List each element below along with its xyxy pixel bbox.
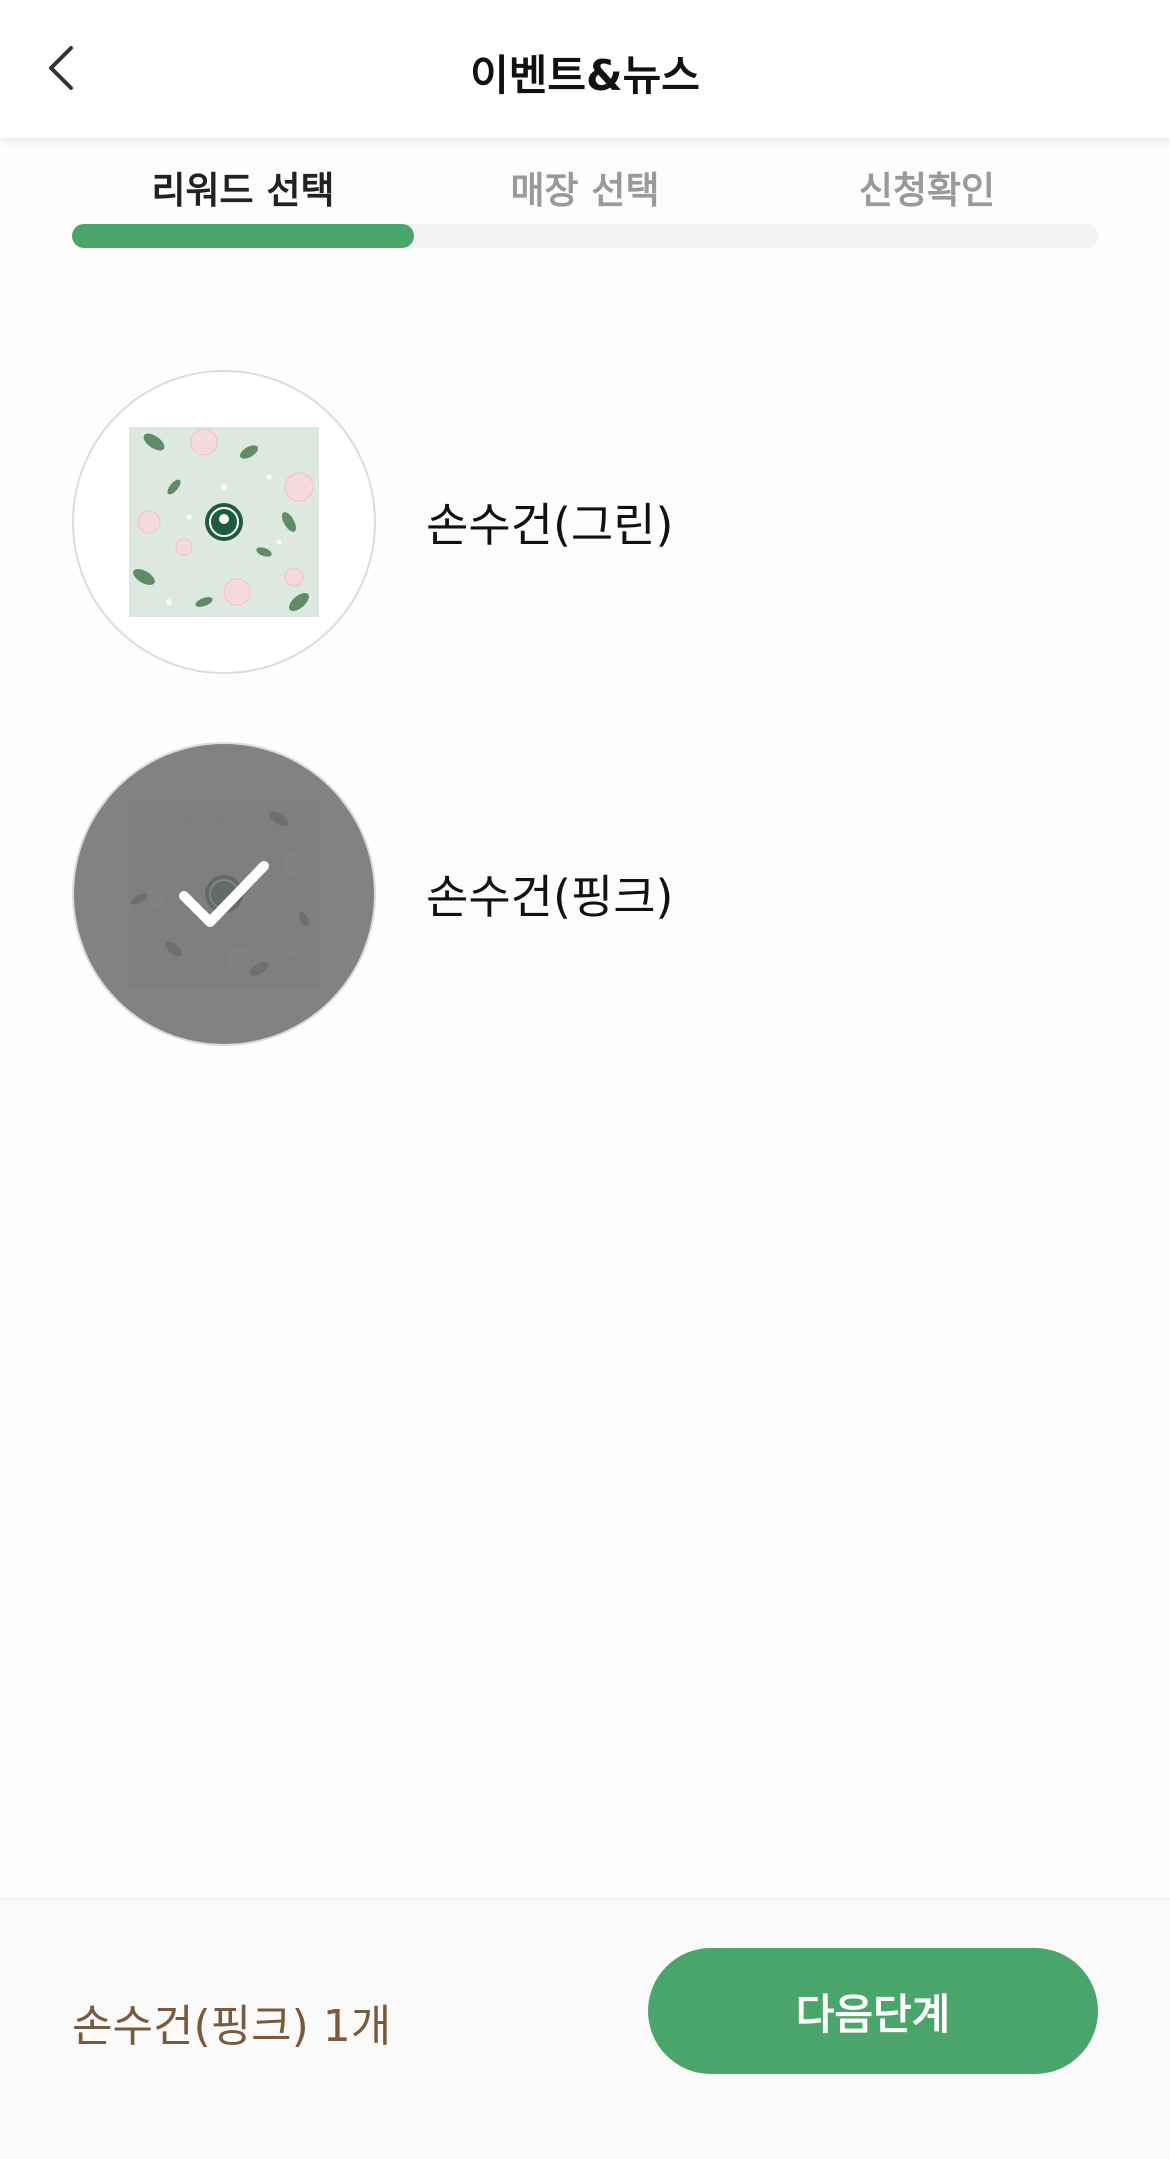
step-indicator: 리워드 선택 매장 선택 신청확인 xyxy=(72,160,1098,250)
step-confirm: 신청확인 xyxy=(858,169,996,212)
reward-thumbnail[interactable] xyxy=(72,742,376,1046)
bottom-bar: 손수건(핑크) 1개 다음단계 xyxy=(0,1898,1170,2159)
reward-item-pink[interactable]: 손수건(핑크) xyxy=(72,742,1098,1046)
floral-pattern-icon xyxy=(129,427,319,617)
progress-fill xyxy=(72,224,414,248)
towel-image-green xyxy=(129,427,319,617)
reward-item-green[interactable]: 손수건(그린) xyxy=(72,370,1098,674)
selected-overlay xyxy=(74,744,374,1044)
page-title: 이벤트&뉴스 xyxy=(470,51,700,100)
selected-summary: 손수건(핑크) 1개 xyxy=(72,2001,392,2052)
reward-thumbnail[interactable] xyxy=(72,370,376,674)
app-header: 이벤트&뉴스 xyxy=(0,0,1170,138)
next-step-button[interactable]: 다음단계 xyxy=(648,1948,1098,2074)
reward-name: 손수건(핑크) xyxy=(426,870,674,924)
step-store-select: 매장 선택 xyxy=(510,169,660,212)
progress-track xyxy=(72,224,1098,248)
reward-name: 손수건(그린) xyxy=(426,498,674,552)
step-reward-select: 리워드 선택 xyxy=(151,169,335,212)
checkmark-icon xyxy=(179,861,269,927)
